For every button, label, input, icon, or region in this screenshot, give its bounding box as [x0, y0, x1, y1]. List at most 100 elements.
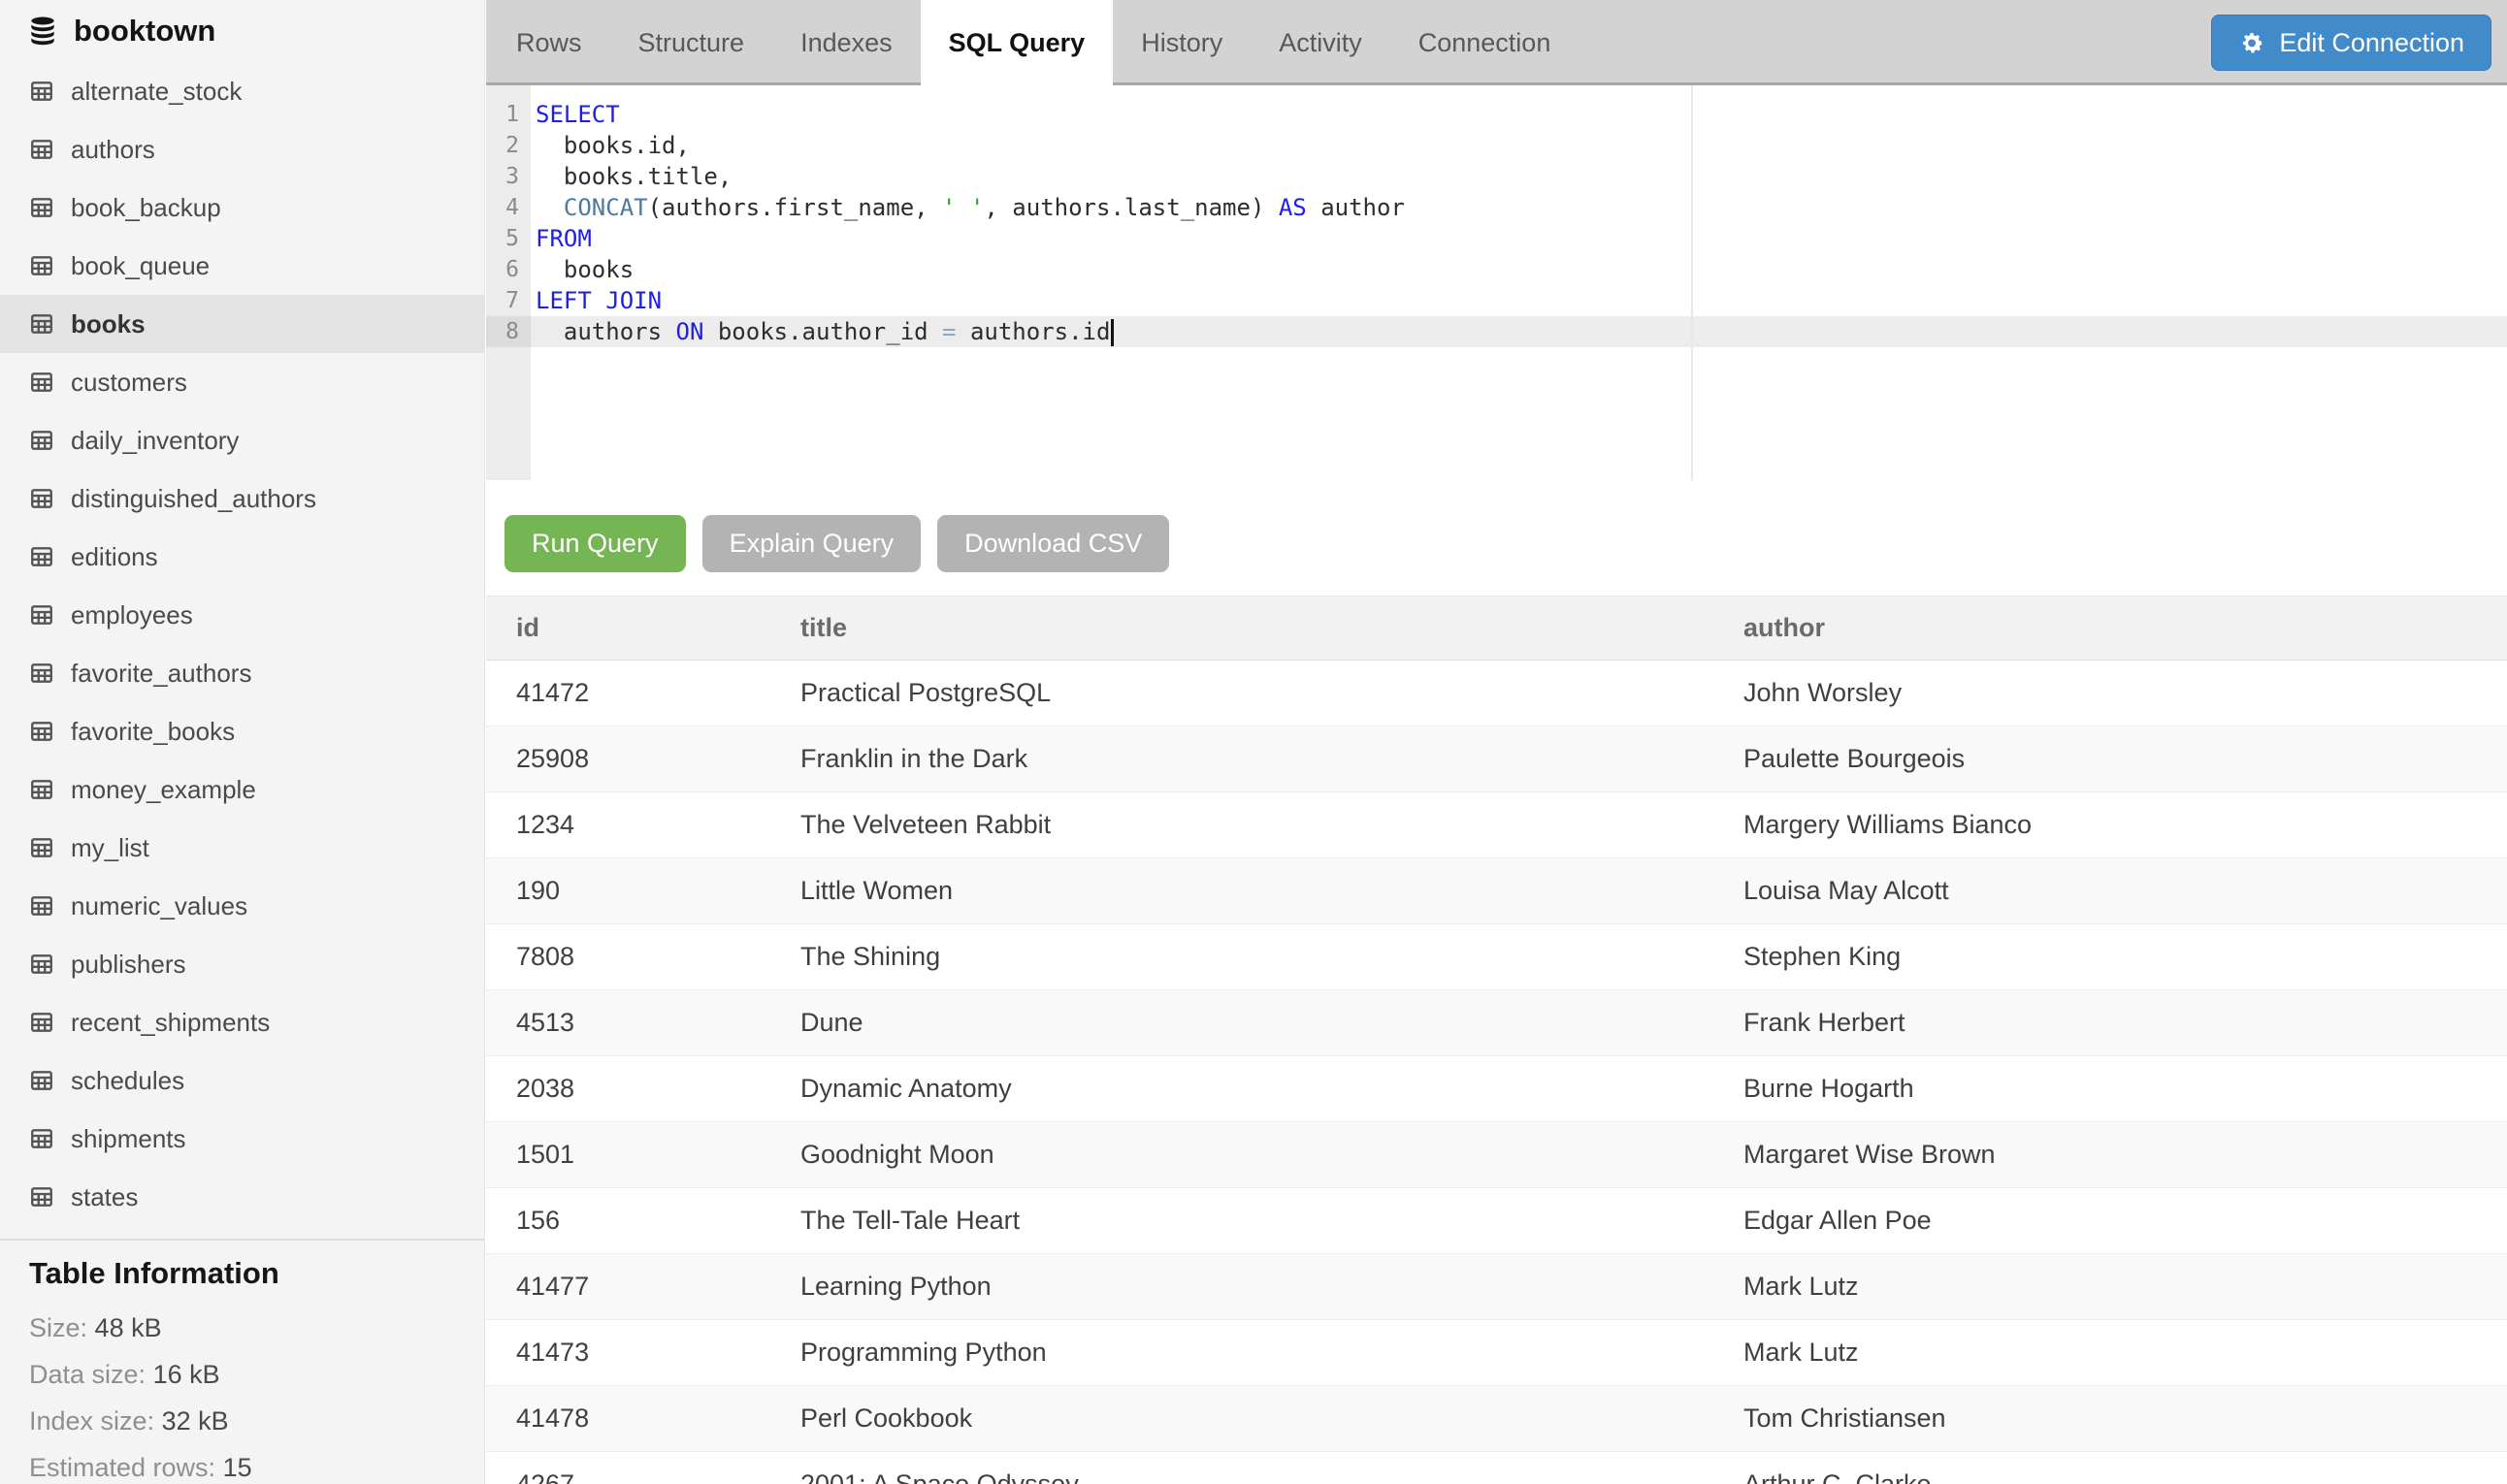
editor-gutter: 12345678: [486, 85, 531, 480]
tab-rows[interactable]: Rows: [488, 0, 610, 85]
column-header-id: id: [486, 597, 770, 661]
table-label: shipments: [71, 1124, 186, 1154]
result-row[interactable]: 7808The ShiningStephen King: [486, 924, 2507, 990]
tab-activity[interactable]: Activity: [1251, 0, 1390, 85]
sidebar-item-money_example[interactable]: money_example: [0, 760, 484, 819]
table-list: alternate_stockauthors book_backupbook_qu…: [0, 62, 484, 1226]
sidebar-item-states[interactable]: states: [0, 1168, 484, 1226]
editor-actions: Run Query Explain Query Download CSV: [486, 515, 2507, 572]
sidebar: booktown alternate_stockauthors book_back…: [0, 0, 485, 1484]
tab-structure[interactable]: Structure: [610, 0, 773, 85]
table-label: my_list: [71, 833, 149, 863]
code-line-1: SELECT: [536, 99, 2507, 130]
sidebar-item-schedules[interactable]: schedules: [0, 1051, 484, 1110]
sql-token-plain: authors: [536, 318, 676, 345]
sidebar-item-my_list[interactable]: my_list: [0, 819, 484, 877]
sidebar-item-authors[interactable]: authors: [0, 120, 484, 178]
tab-history[interactable]: History: [1113, 0, 1251, 85]
line-number: 3: [486, 161, 531, 192]
sidebar-item-alternate_stock[interactable]: alternate_stock: [0, 62, 484, 120]
result-row[interactable]: 42672001: A Space OdysseyArthur C. Clark…: [486, 1452, 2507, 1484]
cell-title: Programming Python: [770, 1320, 1713, 1386]
sidebar-item-customers[interactable]: customers: [0, 353, 484, 411]
database-header: booktown: [0, 0, 484, 62]
cell-author: Burne Hogarth: [1713, 1056, 2507, 1122]
table-label: employees: [71, 600, 193, 630]
column-header-author: author: [1713, 597, 2507, 661]
tab-sql-query[interactable]: SQL Query: [921, 0, 1114, 85]
sidebar-item-recent_shipments[interactable]: recent_shipments: [0, 993, 484, 1051]
result-row[interactable]: 25908Franklin in the DarkPaulette Bourge…: [486, 726, 2507, 792]
editor-code[interactable]: SELECT books.id, books.title, CONCAT(aut…: [531, 85, 2507, 480]
table-info-rows: Size: 48 kBData size: 16 kBIndex size: 3…: [29, 1305, 455, 1484]
result-row[interactable]: 156The Tell-Tale HeartEdgar Allen Poe: [486, 1188, 2507, 1254]
sidebar-item-favorite_books[interactable]: favorite_books: [0, 702, 484, 760]
sidebar-item-favorite_authors[interactable]: favorite_authors: [0, 644, 484, 702]
edit-connection-label: Edit Connection: [2279, 28, 2464, 58]
table-label: favorite_authors: [71, 659, 251, 689]
sidebar-item-daily_inventory[interactable]: daily_inventory: [0, 411, 484, 469]
run-query-button[interactable]: Run Query: [505, 515, 686, 572]
line-number: 8: [486, 316, 531, 347]
result-row[interactable]: 41478Perl CookbookTom Christiansen: [486, 1386, 2507, 1452]
sql-token-plain: author: [1307, 194, 1405, 221]
table-label: states: [71, 1182, 138, 1212]
sidebar-item-book_backup[interactable]: book_backup: [0, 178, 484, 237]
table-label: recent_shipments: [71, 1008, 270, 1038]
result-row[interactable]: 190Little WomenLouisa May Alcott: [486, 858, 2507, 924]
table-label: numeric_values: [71, 891, 247, 921]
tab-indexes[interactable]: Indexes: [772, 0, 921, 85]
table-label: favorite_books: [71, 717, 235, 747]
cell-author: Paulette Bourgeois: [1713, 726, 2507, 792]
sidebar-item-numeric_values[interactable]: numeric_values: [0, 877, 484, 935]
cell-author: Arthur C. Clarke: [1713, 1452, 2507, 1484]
sidebar-item-shipments[interactable]: shipments: [0, 1110, 484, 1168]
cell-author: Frank Herbert: [1713, 990, 2507, 1056]
table-icon: [29, 486, 54, 511]
info-label: Size:: [29, 1313, 87, 1342]
table-icon: [29, 1126, 54, 1151]
table-label: daily_inventory: [71, 426, 239, 456]
result-row[interactable]: 41477Learning PythonMark Lutz: [486, 1254, 2507, 1320]
sql-token-plain: books.author_id: [703, 318, 942, 345]
result-row[interactable]: 4513DuneFrank Herbert: [486, 990, 2507, 1056]
result-row[interactable]: 41473Programming PythonMark Lutz: [486, 1320, 2507, 1386]
result-row[interactable]: 1501Goodnight MoonMargaret Wise Brown: [486, 1122, 2507, 1188]
cell-title: Little Women: [770, 858, 1713, 924]
table-label: alternate_stock: [71, 77, 242, 107]
sql-token-plain: books: [536, 256, 634, 283]
sidebar-item-books[interactable]: books: [0, 295, 484, 353]
table-label: editions: [71, 542, 158, 572]
cell-author: Margaret Wise Brown: [1713, 1122, 2507, 1188]
sql-editor[interactable]: 12345678 SELECT books.id, books.title, C…: [486, 85, 2507, 480]
sidebar-item-publishers[interactable]: publishers: [0, 935, 484, 993]
cell-id: 2038: [486, 1056, 770, 1122]
tab-connection[interactable]: Connection: [1390, 0, 1579, 85]
result-row[interactable]: 2038Dynamic AnatomyBurne Hogarth: [486, 1056, 2507, 1122]
sidebar-item-distinguished_authors[interactable]: distinguished_authors: [0, 469, 484, 528]
table-icon: [29, 79, 54, 104]
table-icon: [29, 719, 54, 744]
sql-token-plain: (authors.first_name,: [648, 194, 942, 221]
cell-title: The Velveteen Rabbit: [770, 792, 1713, 858]
sql-token-plain: authors.id: [957, 318, 1111, 345]
download-csv-button[interactable]: Download CSV: [937, 515, 1169, 572]
explain-query-button[interactable]: Explain Query: [702, 515, 922, 572]
table-icon: [29, 1010, 54, 1035]
sidebar-item-book_queue[interactable]: book_queue: [0, 237, 484, 295]
table-icon: [29, 1068, 54, 1093]
info-value: 16 kB: [153, 1360, 220, 1389]
edit-connection-button[interactable]: Edit Connection: [2211, 15, 2491, 71]
cell-id: 4267: [486, 1452, 770, 1484]
sidebar-item-editions[interactable]: editions: [0, 528, 484, 586]
result-row[interactable]: 1234The Velveteen RabbitMargery Williams…: [486, 792, 2507, 858]
sql-token-plain: books.title,: [536, 163, 732, 190]
results-header: idtitleauthor: [486, 597, 2507, 661]
results-header-row: idtitleauthor: [486, 597, 2507, 661]
cell-id: 7808: [486, 924, 770, 990]
result-row[interactable]: 41472Practical PostgreSQLJohn Worsley: [486, 661, 2507, 726]
sidebar-item-employees[interactable]: employees: [0, 586, 484, 644]
table-label: authors: [71, 135, 155, 165]
table-label: publishers: [71, 950, 186, 980]
table-label: books: [71, 309, 146, 339]
